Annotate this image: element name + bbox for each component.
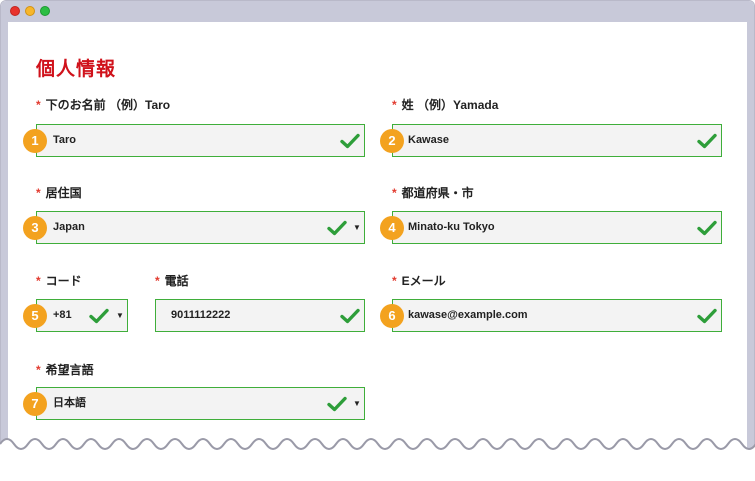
language-select[interactable]: 日本語 ▼: [36, 387, 365, 420]
email-label: * Eメール: [392, 274, 446, 288]
first-name-field[interactable]: Taro: [36, 124, 365, 157]
window-frame-left: [1, 22, 8, 480]
caret-down-icon[interactable]: ▼: [353, 212, 361, 243]
country-select[interactable]: Japan ▼: [36, 211, 365, 244]
checkmark-icon: [327, 220, 347, 236]
code-label: * コード: [36, 274, 82, 288]
step-badge: 3: [23, 216, 47, 240]
maximize-window-button[interactable]: [40, 6, 50, 16]
step-badge: 4: [380, 216, 404, 240]
checkmark-icon: [697, 220, 717, 236]
step-badge: 6: [380, 304, 404, 328]
minimize-window-button[interactable]: [25, 6, 35, 16]
window-frame-right: [747, 22, 754, 480]
step-badge: 1: [23, 129, 47, 153]
step-badge: 7: [23, 392, 47, 416]
prefecture-city-label: * 都道府県・市: [392, 186, 474, 200]
window-titlebar: [1, 1, 754, 22]
phone-field[interactable]: 9011112222: [155, 299, 365, 332]
checkmark-icon: [89, 308, 109, 324]
email-field[interactable]: kawase@example.com: [392, 299, 722, 332]
caret-down-icon[interactable]: ▼: [353, 388, 361, 419]
country-label: * 居住国: [36, 186, 82, 200]
checkmark-icon: [340, 133, 360, 149]
caret-down-icon[interactable]: ▼: [116, 300, 124, 331]
step-badge: 5: [23, 304, 47, 328]
prefecture-city-field[interactable]: Minato-ku Tokyo: [392, 211, 722, 244]
checkmark-icon: [327, 396, 347, 412]
language-label: * 希望言語: [36, 363, 94, 377]
last-name-label: * 姓 （例）Yamada: [392, 98, 499, 112]
close-window-button[interactable]: [10, 6, 20, 16]
checkmark-icon: [697, 133, 717, 149]
step-badge: 2: [380, 129, 404, 153]
checkmark-icon: [697, 308, 717, 324]
phone-label: * 電話: [155, 274, 189, 288]
form-title: 個人情報: [36, 59, 117, 80]
last-name-field[interactable]: Kawase: [392, 124, 722, 157]
first-name-label: * 下のお名前 （例）Taro: [36, 98, 171, 112]
checkmark-icon: [340, 308, 360, 324]
country-code-select[interactable]: +81 ▼: [36, 299, 128, 332]
wavy-cut-edge: [0, 438, 755, 481]
